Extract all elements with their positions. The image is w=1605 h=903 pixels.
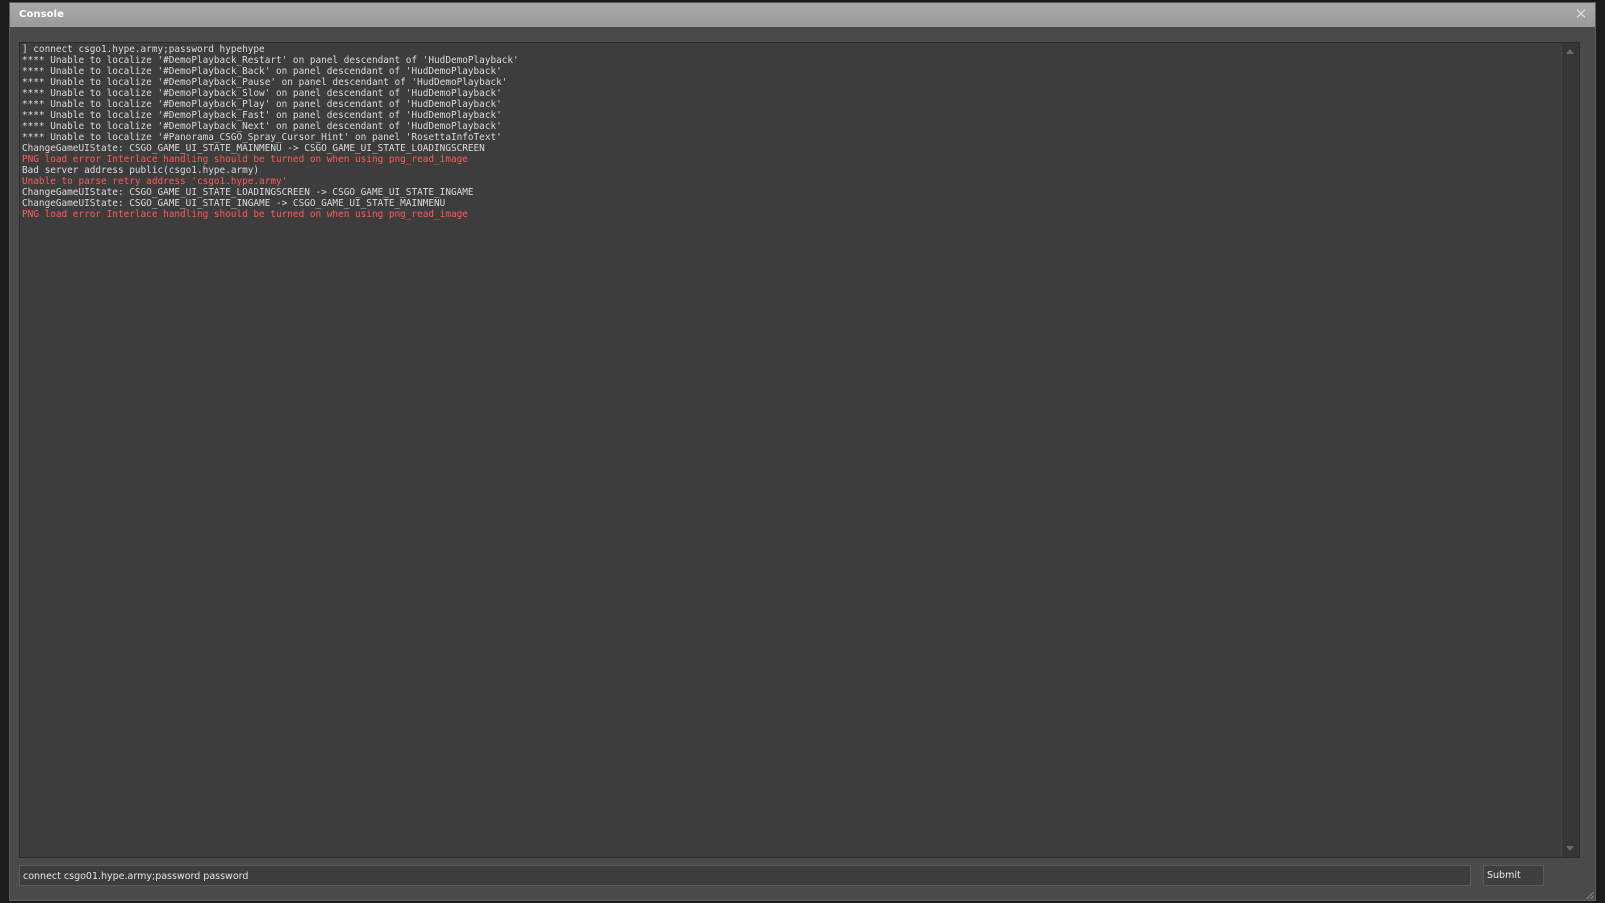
input-row: Submit: [10, 858, 1595, 902]
console-window: Console ✕ ] connect csgo1.hype.army;pass…: [9, 2, 1596, 901]
console-line: ChangeGameUIState: CSGO_GAME_UI_STATE_LO…: [22, 187, 474, 198]
scroll-down-arrow-icon[interactable]: [1566, 846, 1574, 851]
window-title: Console: [19, 9, 65, 20]
console-line: ChangeGameUIState: CSGO_GAME_UI_STATE_MA…: [22, 143, 485, 154]
close-icon[interactable]: ✕: [1573, 6, 1589, 22]
title-bar[interactable]: Console ✕: [10, 3, 1595, 27]
console-line: **** Unable to localize '#DemoPlayback_F…: [22, 110, 502, 121]
console-output: ] connect csgo1.hype.army;password hypeh…: [19, 42, 1580, 858]
console-lines: ] connect csgo1.hype.army;password hypeh…: [22, 44, 1552, 220]
console-line-error: Unable to parse retry address 'csgo1.hyp…: [22, 176, 288, 187]
resize-grip-icon[interactable]: [1586, 891, 1594, 899]
console-line: **** Unable to localize '#DemoPlayback_B…: [22, 66, 502, 77]
console-line: ChangeGameUIState: CSGO_GAME_UI_STATE_IN…: [22, 198, 446, 209]
console-line-error: PNG load error Interlace handling should…: [22, 209, 468, 220]
console-line: **** Unable to localize '#DemoPlayback_R…: [22, 55, 519, 66]
command-input[interactable]: [19, 865, 1471, 886]
console-line: ] connect csgo1.hype.army;password hypeh…: [22, 44, 265, 55]
console-line: **** Unable to localize '#DemoPlayback_S…: [22, 88, 502, 99]
submit-button[interactable]: Submit: [1483, 865, 1544, 886]
console-line: Bad server address public(csgo1.hype.arm…: [22, 165, 260, 176]
console-line: **** Unable to localize '#DemoPlayback_P…: [22, 77, 508, 88]
console-line-error: PNG load error Interlace handling should…: [22, 154, 468, 165]
console-line: **** Unable to localize '#Panorama_CSGO_…: [22, 132, 502, 143]
console-line: **** Unable to localize '#DemoPlayback_P…: [22, 99, 502, 110]
console-line: **** Unable to localize '#DemoPlayback_N…: [22, 121, 502, 132]
scrollbar[interactable]: [1561, 43, 1579, 857]
scroll-up-arrow-icon[interactable]: [1566, 49, 1574, 54]
